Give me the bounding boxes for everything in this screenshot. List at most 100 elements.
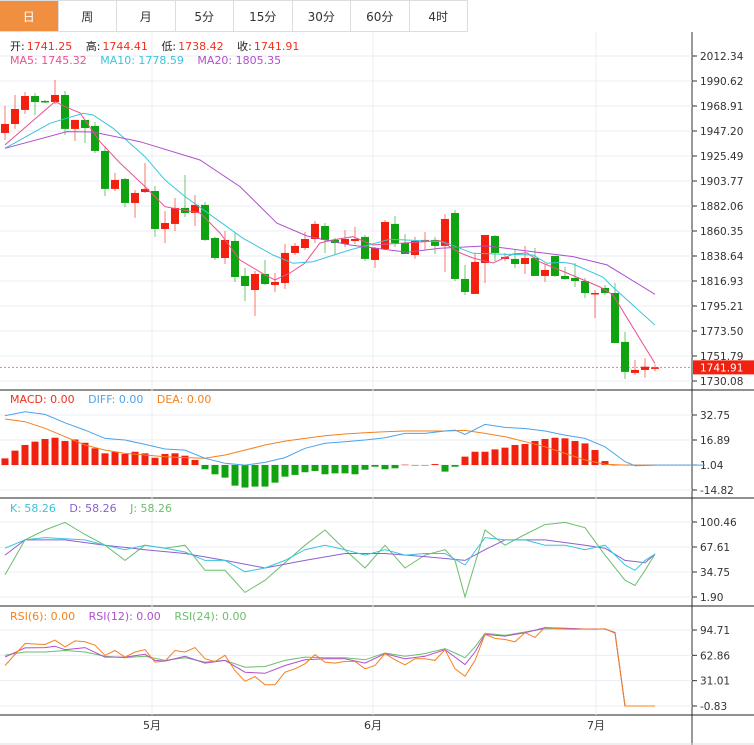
macd-bar [151,457,159,465]
candle-body [481,234,489,263]
candle-body [351,239,359,241]
candle-body [71,119,79,129]
candle-body [561,275,569,279]
k-value: K: 58.26 [10,502,56,515]
kline-chart[interactable]: 5月 6月 7月 2012.34 1990.62 1968.91 1947.20 1925.4… [0,0,754,745]
macd-bar [251,464,259,487]
candle-body [271,281,279,285]
kdj-tick-label: 1.90 [700,592,723,604]
candle-body [171,207,179,224]
candle [191,195,199,226]
tab-15min[interactable]: 15分 [234,1,293,31]
macd-bar [341,464,349,474]
close-label: 收: [237,40,252,53]
macd-bar [421,464,429,466]
price-tick-label: 1795.21 [700,301,743,313]
macd-bar [561,438,569,465]
tab-week[interactable]: 周 [59,1,117,31]
tab-30min[interactable]: 30分 [293,1,351,31]
period-tabs: 日 周 月 5分 15分 30分 60分 4时 [0,0,468,32]
candle-body [51,94,59,102]
candle [51,79,59,104]
candle [91,122,99,153]
macd-bar [471,451,479,465]
macd-bar [101,453,109,465]
candle [41,99,49,104]
candle [361,234,369,261]
dea-value: DEA: 0.00 [156,393,212,406]
candle-body [221,239,229,259]
candle-body [101,150,109,189]
candle-body [201,204,209,240]
macd-bar [11,450,19,465]
price-tick-label: 1773.50 [700,326,743,338]
macd-bar [21,444,29,465]
candle [71,119,79,142]
macd-bar [111,451,119,465]
tab-day[interactable]: 日 [0,1,59,31]
macd-bar [521,444,529,465]
macd-bar [121,453,129,465]
candle-body [1,123,9,133]
ma5-line [4,101,656,364]
candle [351,226,359,244]
candle [461,264,469,295]
candle [271,272,279,292]
macd-bar [411,464,419,466]
candle [621,331,629,380]
macd-bar [481,451,489,465]
d-value: D: 58.26 [69,502,117,515]
price-tick-label: 1903.77 [700,176,743,188]
tab-4hour[interactable]: 4时 [410,1,468,31]
candle [111,173,119,191]
candle-body [471,261,479,294]
candle [381,220,389,250]
kdj-legend: K: 58.26 D: 58.26 J: 58.26 [10,502,174,515]
candle [431,236,439,254]
macd-bar [241,464,249,488]
candle [511,249,519,269]
candle-body [111,179,119,189]
macd-bar [231,464,239,486]
kdj-k-line [4,537,656,573]
macd-bar [51,437,59,465]
macd-bar [31,441,39,465]
candle-body [41,100,49,103]
ma10-legend: MA10: 1778.59 [100,54,184,67]
macd-bar [191,459,199,465]
macd-bar [511,444,519,465]
rsi-legend: RSI(6): 0.00 RSI(12): 0.00 RSI(24): 0.00 [10,610,248,623]
macd-bar [71,439,79,465]
macd-bar [91,448,99,465]
candle-body [11,109,19,124]
candle [11,94,19,129]
candle [121,177,129,207]
tab-60min[interactable]: 60分 [351,1,410,31]
macd-bar [201,464,209,470]
candle [261,259,269,285]
candle-body [241,275,249,286]
rsi6-value: RSI(6): 0.00 [10,610,76,623]
macd-bar [301,464,309,473]
macd-tick-label: 16.89 [700,435,730,447]
macd-bar [171,453,179,465]
current-price-label: 1741.91 [700,362,743,374]
diff-line [4,411,705,467]
tab-month[interactable]: 月 [117,1,176,31]
candle-body [231,240,239,278]
tab-5min[interactable]: 5分 [176,1,234,31]
price-tick-label: 1947.20 [700,126,743,138]
candle [541,263,549,282]
j-value: J: 58.26 [130,502,173,515]
price-tick-label: 1730.08 [700,376,743,388]
rsi-tick-label: 31.01 [700,676,730,688]
candle-body [541,269,549,276]
macd-bar [291,464,299,475]
candle-body [611,293,619,343]
candle [281,243,289,289]
candle-body [521,258,529,264]
price-tick-label: 1990.62 [700,76,743,88]
candle-body [261,274,269,285]
candle [371,246,379,269]
candle [241,268,249,301]
